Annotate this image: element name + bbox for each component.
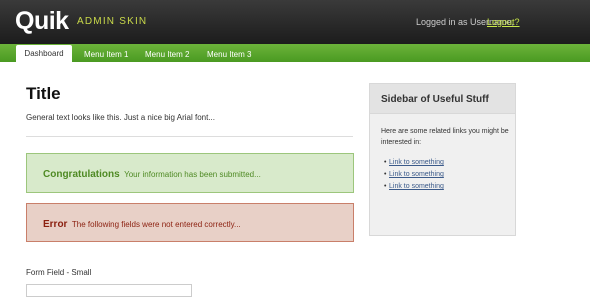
- sidebar-link-1[interactable]: Link to something: [389, 159, 444, 166]
- tab-menu-item-2[interactable]: Menu Item 2: [145, 49, 189, 61]
- intro-text: General text looks like this. Just a nic…: [26, 113, 215, 122]
- list-item: • Link to something: [384, 169, 444, 181]
- divider: [26, 136, 353, 137]
- logout-link[interactable]: Logout?: [487, 16, 520, 28]
- logo: Quik: [15, 7, 69, 35]
- success-message: Congratulations Your information has bee…: [26, 153, 354, 193]
- list-item: • Link to something: [384, 181, 444, 193]
- success-heading: Congratulations: [43, 169, 120, 180]
- sidebar-link-list: • Link to something • Link to something • L…: [384, 157, 444, 193]
- list-item: • Link to something: [384, 157, 444, 169]
- sidebar: Sidebar of Useful Stuff Here are some re…: [369, 83, 516, 236]
- tab-menu-item-3[interactable]: Menu Item 3: [207, 49, 251, 61]
- sidebar-link-2[interactable]: Link to something: [389, 171, 444, 178]
- logo-subtitle: ADMIN SKIN: [77, 16, 148, 27]
- error-heading: Error: [43, 219, 68, 230]
- page-title: Title: [26, 84, 61, 103]
- tab-dashboard[interactable]: Dashboard: [16, 45, 72, 63]
- sidebar-text: Here are some related links you might be…: [381, 128, 509, 146]
- form-field-label: Form Field - Small: [26, 268, 92, 277]
- sidebar-link-3[interactable]: Link to something: [389, 183, 444, 190]
- form-field-small[interactable]: [26, 284, 192, 297]
- success-text: Your information has been submitted...: [124, 170, 261, 179]
- tab-menu-item-1[interactable]: Menu Item 1: [84, 49, 128, 61]
- error-message: Error The following fields were not ente…: [26, 203, 354, 242]
- sidebar-title: Sidebar of Useful Stuff: [381, 94, 489, 105]
- sidebar-header: Sidebar of Useful Stuff: [370, 84, 515, 114]
- error-text: The following fields were not entered co…: [71, 220, 241, 229]
